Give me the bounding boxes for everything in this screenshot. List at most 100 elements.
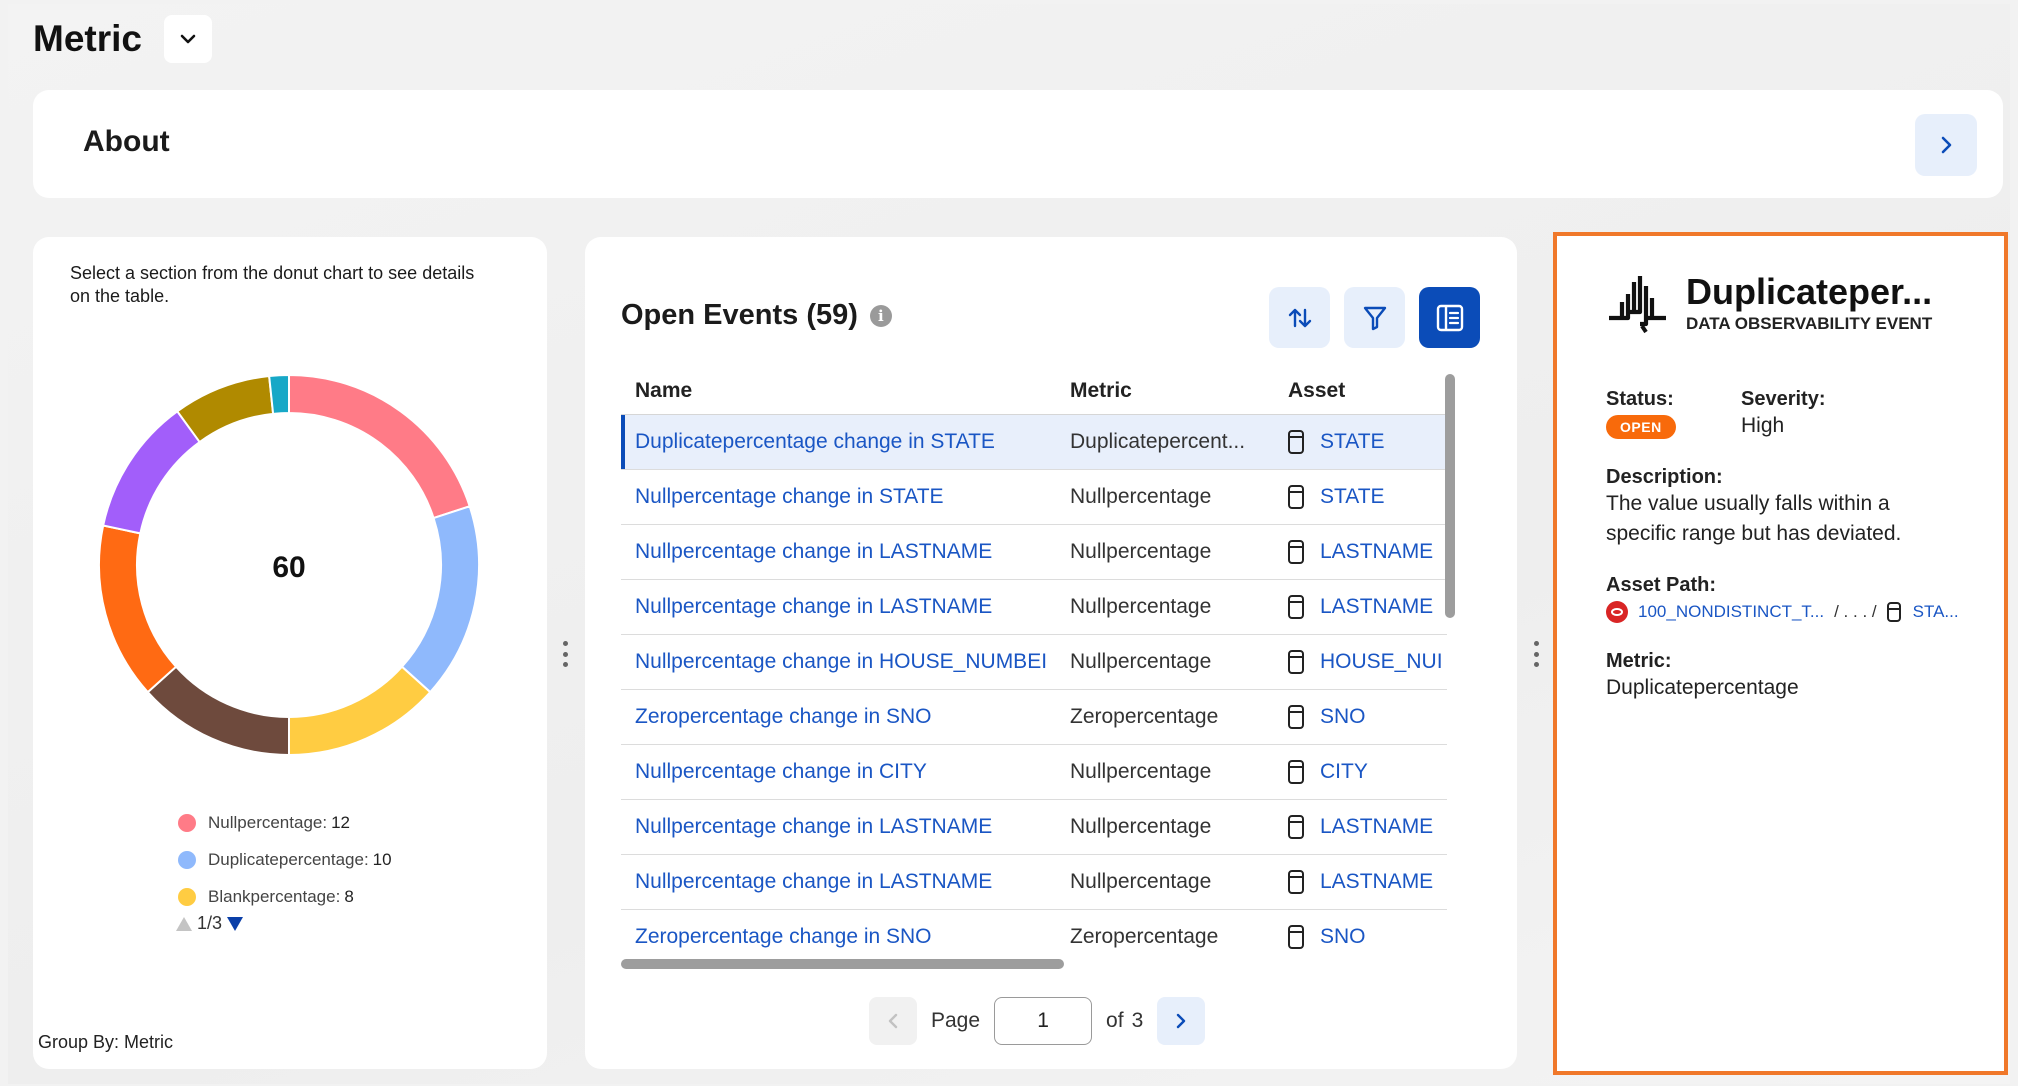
donut-slice-nullpercentage[interactable] xyxy=(288,373,471,520)
event-asset[interactable]: LASTNAME xyxy=(1274,799,1447,855)
asset-link[interactable]: LASTNAME xyxy=(1320,540,1433,564)
legend-next-icon[interactable] xyxy=(226,916,244,932)
asset-link[interactable]: STATE xyxy=(1320,485,1385,509)
legend-swatch xyxy=(178,813,196,832)
asset-link[interactable]: CITY xyxy=(1320,760,1368,784)
next-page-button[interactable] xyxy=(1157,997,1206,1045)
event-asset[interactable]: LASTNAME xyxy=(1274,854,1447,910)
table-row[interactable]: Nullpercentage change in CITY Nullpercen… xyxy=(621,744,1447,800)
about-section: About xyxy=(33,90,2003,198)
asset-path-target-link[interactable]: STA... xyxy=(1913,602,1959,622)
event-asset[interactable]: LASTNAME xyxy=(1274,524,1447,580)
previous-page-button[interactable] xyxy=(869,997,917,1045)
asset-path-source-link[interactable]: 100_NONDISTINCT_T... xyxy=(1638,602,1824,622)
event-metric: Nullpercentage xyxy=(1056,524,1274,580)
panel-resize-handle[interactable] xyxy=(1533,641,1539,667)
filter-button[interactable] xyxy=(1344,287,1405,348)
event-asset[interactable]: SNO xyxy=(1274,909,1447,959)
events-toolbar xyxy=(1269,287,1480,348)
legend-item[interactable]: Blankpercentage: 8 xyxy=(178,878,392,915)
event-metric: Nullpercentage xyxy=(1056,799,1274,855)
event-name-link[interactable]: Nullpercentage change in LASTNAME xyxy=(621,854,1056,910)
donut-slice-segment-6[interactable] xyxy=(175,374,275,444)
asset-link[interactable]: SNO xyxy=(1320,925,1366,949)
asset-link[interactable]: SNO xyxy=(1320,705,1366,729)
table-asset-icon xyxy=(1288,814,1304,839)
asset-link[interactable]: STATE xyxy=(1320,430,1385,454)
event-metric: Duplicatepercent... xyxy=(1056,414,1274,470)
legend-label: Blankpercentage: xyxy=(208,886,341,906)
metric-value: Duplicatepercentage xyxy=(1606,676,1799,699)
title-dropdown-button[interactable] xyxy=(163,15,212,63)
asset-link[interactable]: LASTNAME xyxy=(1320,870,1433,894)
sort-button[interactable] xyxy=(1269,287,1330,348)
event-asset[interactable]: HOUSE_NUI xyxy=(1274,634,1447,690)
event-name-link[interactable]: Nullpercentage change in STATE xyxy=(621,469,1056,525)
column-header-metric[interactable]: Metric xyxy=(1056,369,1274,415)
legend-value: 10 xyxy=(372,849,392,869)
status-badge: OPEN xyxy=(1606,415,1676,439)
table-row[interactable]: Nullpercentage change in LASTNAME Nullpe… xyxy=(621,799,1447,855)
vertical-scrollbar[interactable] xyxy=(1445,374,1455,618)
panel-resize-handle[interactable] xyxy=(562,641,568,667)
data-observability-icon xyxy=(1609,276,1666,334)
donut-slice-segment-5[interactable] xyxy=(101,409,202,535)
metric-label: Metric: xyxy=(1606,650,1672,672)
column-header-asset[interactable]: Asset xyxy=(1274,369,1447,415)
event-name-link[interactable]: Nullpercentage change in LASTNAME xyxy=(621,799,1056,855)
event-name-link[interactable]: Nullpercentage change in LASTNAME xyxy=(621,579,1056,635)
table-row[interactable]: Nullpercentage change in STATE Nullperce… xyxy=(621,469,1447,525)
donut-slice-segment-3[interactable] xyxy=(146,665,290,757)
event-name-link[interactable]: Zeropercentage change in SNO xyxy=(621,689,1056,745)
details-panel-toggle-button[interactable] xyxy=(1419,287,1480,348)
asset-path-breadcrumb: 100_NONDISTINCT_T... / . . . / STA... xyxy=(1606,601,1959,623)
page-number-input[interactable] xyxy=(994,997,1093,1045)
table-asset-icon xyxy=(1886,602,1901,622)
event-name-link[interactable]: Zeropercentage change in SNO xyxy=(621,909,1056,959)
page-of-label: of xyxy=(1106,1009,1124,1032)
table-row[interactable]: Zeropercentage change in SNO Zeropercent… xyxy=(621,909,1447,959)
asset-link[interactable]: HOUSE_NUI xyxy=(1320,650,1443,674)
asset-link[interactable]: LASTNAME xyxy=(1320,815,1433,839)
about-expand-button[interactable] xyxy=(1915,114,1977,176)
events-title: Open Events (59) xyxy=(621,299,858,331)
status-field: Status: OPEN xyxy=(1606,388,1676,439)
legend-item[interactable]: Duplicatepercentage: 10 xyxy=(178,841,392,878)
info-icon[interactable]: i xyxy=(869,304,892,327)
donut-slice-segment-4[interactable] xyxy=(98,524,178,694)
severity-label: Severity: xyxy=(1741,388,1826,410)
event-name-link[interactable]: Nullpercentage change in HOUSE_NUMBEI xyxy=(621,634,1056,690)
table-row[interactable]: Duplicatepercentage change in STATE Dupl… xyxy=(621,414,1447,470)
donut-slice-segment-7[interactable] xyxy=(268,373,290,415)
table-asset-icon xyxy=(1288,704,1304,729)
table-row[interactable]: Nullpercentage change in HOUSE_NUMBEI Nu… xyxy=(621,634,1447,690)
table-row[interactable]: Nullpercentage change in LASTNAME Nullpe… xyxy=(621,579,1447,635)
oracle-source-icon xyxy=(1606,601,1628,623)
event-asset[interactable]: CITY xyxy=(1274,744,1447,800)
event-name-link[interactable]: Duplicatepercentage change in STATE xyxy=(621,414,1056,470)
event-asset[interactable]: STATE xyxy=(1274,414,1447,470)
severity-value: High xyxy=(1741,414,1785,437)
event-asset[interactable]: SNO xyxy=(1274,689,1447,745)
table-row[interactable]: Zeropercentage change in SNO Zeropercent… xyxy=(621,689,1447,745)
chevron-right-icon xyxy=(1941,136,1952,154)
table-row[interactable]: Nullpercentage change in LASTNAME Nullpe… xyxy=(621,854,1447,910)
column-header-name[interactable]: Name xyxy=(621,369,1056,415)
chart-legend: Nullpercentage: 12 Duplicatepercentage: 10… xyxy=(178,804,392,915)
event-asset[interactable]: LASTNAME xyxy=(1274,579,1447,635)
asset-link[interactable]: LASTNAME xyxy=(1320,595,1433,619)
event-name-link[interactable]: Nullpercentage change in CITY xyxy=(621,744,1056,800)
asset-path-ellipsis[interactable]: / . . . / xyxy=(1834,602,1877,622)
event-asset[interactable]: STATE xyxy=(1274,469,1447,525)
status-label: Status: xyxy=(1606,388,1674,410)
donut-slice-duplicatepercentage[interactable] xyxy=(400,505,480,694)
donut-chart[interactable]: 60 xyxy=(94,370,484,760)
legend-item[interactable]: Nullpercentage: 12 xyxy=(178,804,392,841)
table-row[interactable]: Nullpercentage change in LASTNAME Nullpe… xyxy=(621,524,1447,580)
legend-prev-icon[interactable] xyxy=(175,916,193,932)
donut-slice-blankpercentage[interactable] xyxy=(288,665,432,757)
horizontal-scrollbar[interactable] xyxy=(621,959,1064,969)
event-name-link[interactable]: Nullpercentage change in LASTNAME xyxy=(621,524,1056,580)
page-title: Metric xyxy=(33,18,142,59)
event-metric: Nullpercentage xyxy=(1056,634,1274,690)
